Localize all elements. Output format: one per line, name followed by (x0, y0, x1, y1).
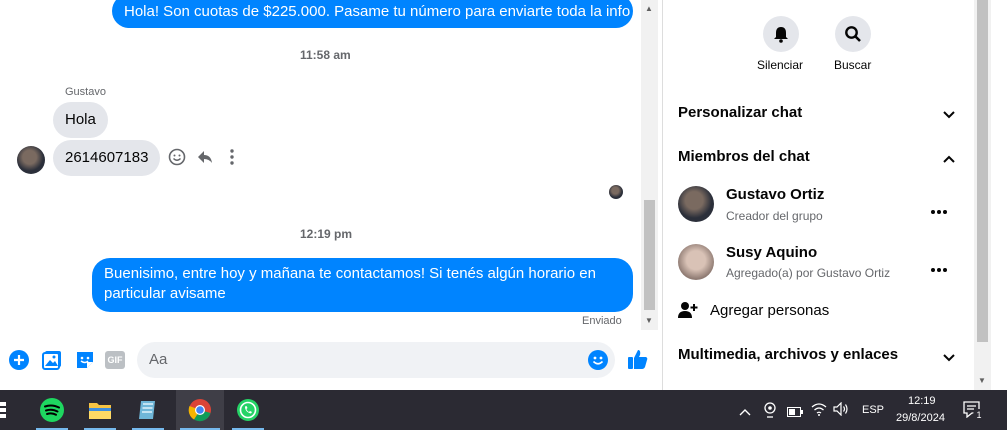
chrome-icon[interactable] (176, 390, 224, 430)
more-options-icon[interactable] (930, 260, 948, 278)
taskbar: ESP 12:19 29/8/2024 1 (0, 390, 1007, 430)
bell-icon (774, 27, 788, 43)
member-role: Agregado(a) por Gustavo Ortiz (726, 266, 891, 280)
whatsapp-icon[interactable] (228, 390, 268, 430)
notification-count-badge: 1 (973, 409, 985, 421)
add-person-icon[interactable] (678, 301, 698, 324)
message-outgoing[interactable]: Hola! Son cuotas de $225.000. Pasame tu … (112, 0, 633, 28)
chat-pane: Hola! Son cuotas de $225.000. Pasame tu … (0, 0, 661, 390)
spotify-icon[interactable] (32, 390, 72, 430)
react-icon[interactable] (168, 148, 186, 171)
read-receipt-avatar (609, 185, 623, 199)
chevron-down-icon[interactable] (943, 350, 955, 368)
chat-scrollbar[interactable]: ▲ ▼ (641, 0, 658, 330)
chat-info-panel: Silenciar Buscar Personalizar chat Miemb… (662, 0, 974, 390)
mute-label: Silenciar (757, 58, 804, 72)
chevron-down-icon[interactable] (943, 107, 955, 125)
webcam-icon[interactable] (764, 402, 776, 423)
member-avatar[interactable] (678, 244, 714, 280)
member-name[interactable]: Gustavo Ortiz (726, 186, 824, 203)
volume-icon[interactable] (833, 401, 849, 421)
mute-button[interactable] (763, 16, 799, 52)
more-vertical-icon[interactable] (228, 148, 236, 171)
timestamp: 12:19 pm (300, 227, 353, 241)
member-avatar[interactable] (678, 186, 714, 222)
language-indicator[interactable]: ESP (862, 404, 884, 416)
chevron-up-icon[interactable] (739, 404, 751, 422)
search-label: Buscar (834, 58, 872, 72)
chevron-up-icon[interactable] (943, 151, 955, 169)
add-icon[interactable] (9, 350, 29, 375)
sticker-icon[interactable] (75, 350, 95, 375)
search-icon (845, 26, 861, 42)
scrollbar-thumb[interactable] (644, 200, 655, 310)
file-explorer-icon[interactable] (80, 390, 120, 430)
message-input-placeholder: Aa (149, 351, 168, 368)
scrollbar-thumb[interactable] (977, 0, 988, 342)
sender-name: Gustavo (65, 86, 106, 98)
clock-date[interactable]: 29/8/2024 (896, 412, 945, 424)
message-input[interactable]: Aa (137, 342, 615, 378)
customize-chat-section[interactable]: Personalizar chat (678, 104, 802, 121)
add-people-link[interactable]: Agregar personas (710, 302, 829, 319)
like-icon[interactable] (627, 348, 649, 375)
emoji-icon[interactable] (588, 350, 608, 375)
message-incoming[interactable]: 2614607183 (53, 140, 161, 176)
task-view-icon[interactable] (0, 401, 10, 424)
reply-icon[interactable] (196, 148, 214, 171)
photo-icon[interactable] (42, 350, 62, 375)
avatar[interactable] (17, 146, 45, 174)
message-incoming[interactable]: Hola (53, 102, 108, 138)
more-options-icon[interactable] (930, 202, 948, 220)
member-role: Creador del grupo (726, 209, 823, 223)
battery-icon[interactable] (787, 404, 803, 422)
gif-icon[interactable]: GIF (105, 351, 125, 369)
page-scrollbar[interactable]: ▼ (974, 0, 991, 390)
chat-members-section[interactable]: Miembros del chat (678, 148, 810, 165)
member-name[interactable]: Susy Aquino (726, 244, 817, 261)
wifi-icon[interactable] (811, 402, 827, 421)
notes-app-icon[interactable] (128, 390, 168, 430)
search-button[interactable] (835, 16, 871, 52)
media-files-section[interactable]: Multimedia, archivos y enlaces (678, 346, 898, 363)
timestamp: 11:58 am (300, 48, 351, 62)
message-outgoing[interactable]: Buenisimo, entre hoy y mañana te contact… (92, 258, 633, 312)
clock-time[interactable]: 12:19 (908, 395, 936, 407)
message-status: Enviado (582, 315, 622, 327)
